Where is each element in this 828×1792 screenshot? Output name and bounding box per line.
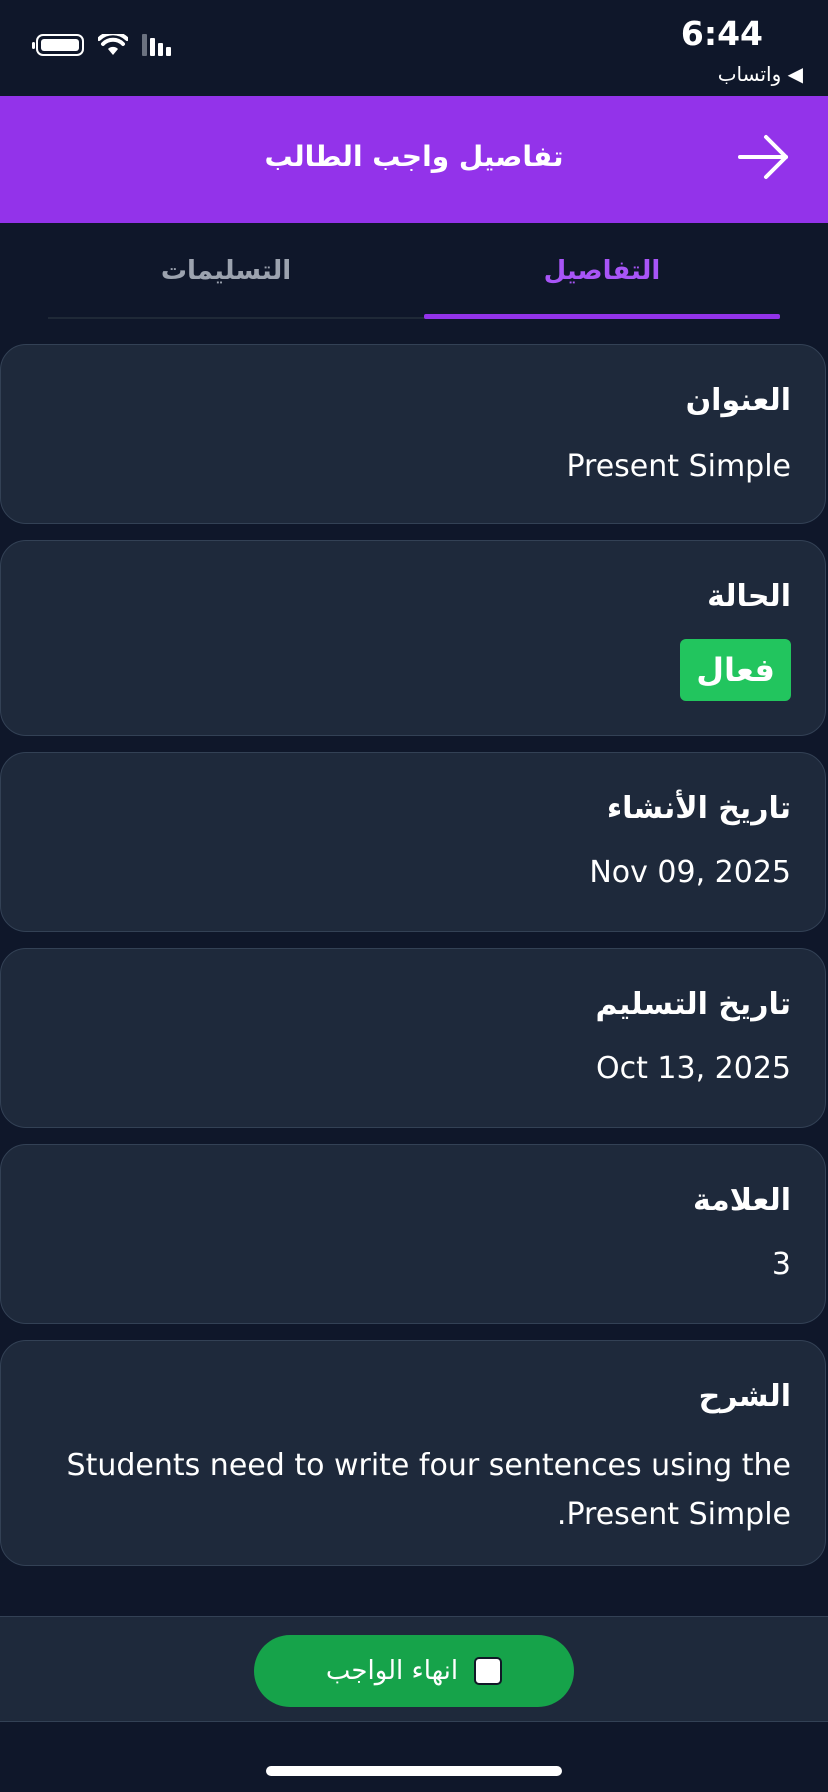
finish-assignment-button[interactable]: انهاء الواجب [254,1635,574,1707]
grade-value: 3 [771,1247,791,1282]
grade-label: العلامة [692,1183,791,1218]
active-tab-indicator [424,314,780,319]
page-title: تفاصيل واجب الطالب [264,140,564,173]
status-time: 6:44 [680,14,763,53]
due-date-label: تاريخ التسليم [595,987,791,1022]
description-card: الشرح Students need to write four senten… [0,1340,826,1566]
arrow-right-icon[interactable] [736,132,792,182]
title-label: العنوان [685,383,791,418]
wifi-icon [98,34,128,55]
created-date-value: Nov 09, 2025 [589,855,791,890]
tab-submissions[interactable]: التسليمات [48,223,404,319]
app-header: تفاصيل واجب الطالب [0,96,828,223]
finish-checkbox[interactable] [474,1657,503,1685]
created-date-label: تاريخ الأنشاء [606,791,791,826]
status-icons [32,34,171,56]
home-indicator[interactable] [266,1766,562,1776]
due-date-value: Oct 13, 2025 [596,1051,791,1086]
status-bar: 6:44 ◀ واتساب [0,0,828,96]
due-date-card: تاريخ التسليم Oct 13, 2025 [0,948,826,1128]
description-label: الشرح [698,1379,791,1414]
tab-bar: التفاصيل التسليمات [48,223,780,319]
back-to-app-link[interactable]: ◀ واتساب [718,62,803,86]
title-value: Present Simple [566,449,791,484]
status-label: الحالة [707,579,791,614]
tab-details[interactable]: التفاصيل [424,223,780,319]
status-card: الحالة فعال [0,540,826,736]
description-value: Students need to write four sentences us… [66,1448,791,1532]
title-card: العنوان Present Simple [0,344,826,524]
created-date-card: تاريخ الأنشاء Nov 09, 2025 [0,752,826,932]
grade-card: العلامة 3 [0,1144,826,1324]
finish-assignment-label: انهاء الواجب [325,1656,459,1686]
bottom-action-bar: انهاء الواجب [0,1616,828,1722]
signal-icon [142,34,171,56]
battery-icon [32,34,84,56]
status-badge: فعال [680,639,791,701]
